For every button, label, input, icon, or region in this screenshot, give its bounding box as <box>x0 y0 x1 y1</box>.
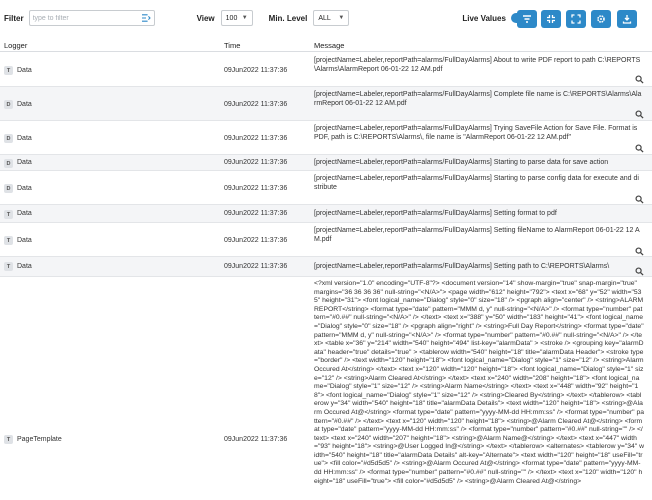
chevron-down-icon: ▼ <box>241 15 248 21</box>
filter-icon <box>523 15 531 23</box>
filter-input-wrapper[interactable] <box>28 10 155 26</box>
table-header: Logger Time Message <box>0 38 652 52</box>
message-cell: <?xml version="1.0" encoding="UTF-8"?> <… <box>314 280 644 485</box>
column-header-time[interactable]: Time <box>224 41 240 50</box>
level-badge: T <box>4 262 13 271</box>
time-cell: 09Jun2022 11:37:36 <box>224 210 288 217</box>
message-cell: [projectName=Labeler,reportPath=alarms/F… <box>314 57 641 73</box>
logger-cell: Data <box>17 67 32 74</box>
logger-cell: Data <box>17 263 32 270</box>
search-icon[interactable] <box>635 247 644 256</box>
live-values-label: Live Values <box>462 13 506 23</box>
table-row[interactable]: D Data 09Jun2022 11:37:36 [projectName=L… <box>0 121 652 155</box>
time-cell: 09Jun2022 11:37:36 <box>224 185 288 192</box>
min-level-label: Min. Level <box>268 13 308 23</box>
time-cell: 09Jun2022 11:37:36 <box>224 135 288 142</box>
collapse-button[interactable] <box>541 10 561 28</box>
message-cell: [projectName=Labeler,reportPath=alarms/F… <box>314 263 610 270</box>
logger-cell: Data <box>17 210 32 217</box>
search-icon[interactable] <box>635 110 644 119</box>
table-row[interactable]: T PageTemplate 09Jun2022 11:37:36 <?xml … <box>0 277 652 500</box>
level-badge: T <box>4 66 13 75</box>
table-row[interactable]: T Data 09Jun2022 11:37:36 [projectName=L… <box>0 257 652 277</box>
search-icon[interactable] <box>635 144 644 153</box>
settings-button[interactable] <box>591 10 611 28</box>
search-icon[interactable] <box>635 267 644 276</box>
message-cell: [projectName=Labeler,reportPath=alarms/F… <box>314 210 557 217</box>
level-badge: T <box>4 236 13 245</box>
search-icon[interactable] <box>635 195 644 204</box>
logger-cell: Data <box>17 237 32 244</box>
gear-icon <box>597 15 605 23</box>
time-cell: 09Jun2022 11:37:36 <box>224 101 288 108</box>
collapse-icon <box>547 15 555 23</box>
chevron-down-icon: ▼ <box>338 15 345 21</box>
column-header-logger[interactable]: Logger <box>4 41 27 50</box>
view-select-value: 100 <box>225 14 238 22</box>
level-badge: D <box>4 100 13 109</box>
time-cell: 09Jun2022 11:37:36 <box>224 237 288 244</box>
filter-list-icon[interactable] <box>141 14 151 22</box>
message-cell: [projectName=Labeler,reportPath=alarms/F… <box>314 125 638 141</box>
message-cell: [projectName=Labeler,reportPath=alarms/F… <box>314 159 609 166</box>
filter-input[interactable] <box>32 14 141 22</box>
time-cell: 09Jun2022 11:37:36 <box>224 67 288 74</box>
logger-cell: Data <box>17 101 32 108</box>
level-badge: D <box>4 159 13 168</box>
table-row[interactable]: D Data 09Jun2022 11:37:36 [projectName=L… <box>0 155 652 171</box>
download-button[interactable] <box>617 10 637 28</box>
logger-cell: Data <box>17 159 32 166</box>
table-row[interactable]: T Data 09Jun2022 11:37:36 [projectName=L… <box>0 53 652 87</box>
view-label: View <box>196 13 215 23</box>
message-cell: [projectName=Labeler,reportPath=alarms/F… <box>314 91 642 107</box>
message-cell: [projectName=Labeler,reportPath=alarms/F… <box>314 175 639 191</box>
search-icon[interactable] <box>635 75 644 84</box>
logger-cell: Data <box>17 135 32 142</box>
download-icon <box>622 15 632 24</box>
time-cell: 09Jun2022 11:37:36 <box>224 263 288 270</box>
level-badge: T <box>4 435 13 444</box>
level-badge: D <box>4 134 13 143</box>
table-row[interactable]: D Data 09Jun2022 11:37:36 [projectName=L… <box>0 171 652 205</box>
time-cell: 09Jun2022 11:37:36 <box>224 436 288 443</box>
min-level-select-value: ALL <box>318 14 331 22</box>
level-badge: T <box>4 210 13 219</box>
table-row[interactable]: D Data 09Jun2022 11:37:36 [projectName=L… <box>0 87 652 121</box>
filter-button[interactable] <box>517 10 537 28</box>
fullscreen-button[interactable] <box>566 10 586 28</box>
fullscreen-icon <box>571 14 581 24</box>
message-cell: [projectName=Labeler,reportPath=alarms/F… <box>314 227 640 243</box>
column-header-message[interactable]: Message <box>314 41 344 50</box>
logger-cell: Data <box>17 185 32 192</box>
table-row[interactable]: T Data 09Jun2022 11:37:36 [projectName=L… <box>0 205 652 223</box>
table-row[interactable]: T Data 09Jun2022 11:37:36 [projectName=L… <box>0 223 652 257</box>
view-select[interactable]: 100 ▼ <box>220 10 253 26</box>
logger-cell: PageTemplate <box>17 436 62 443</box>
filter-label: Filter <box>4 13 24 23</box>
level-badge: D <box>4 184 13 193</box>
time-cell: 09Jun2022 11:37:36 <box>224 159 288 166</box>
min-level-select[interactable]: ALL ▼ <box>313 10 350 26</box>
